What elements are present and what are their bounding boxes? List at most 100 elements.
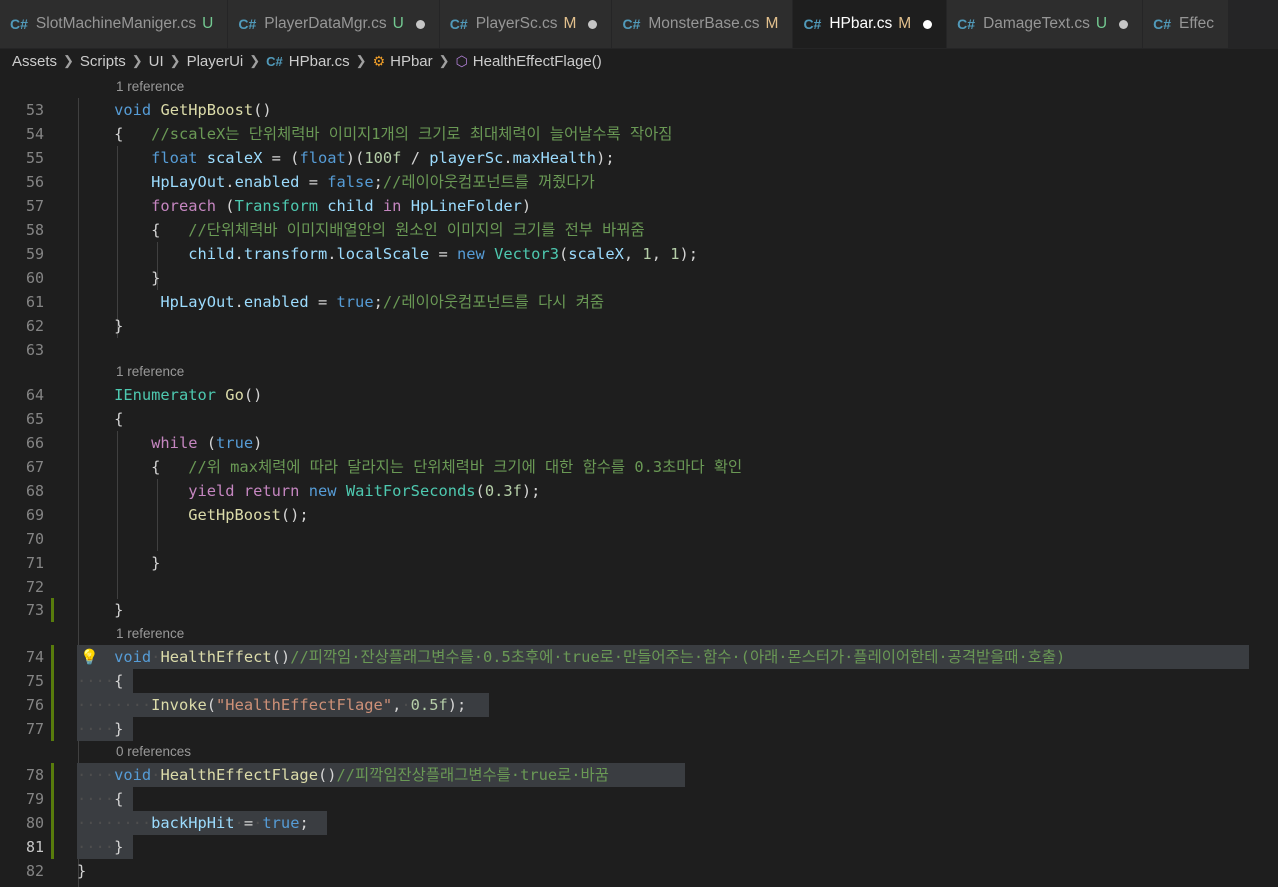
- code-line: 54 { //scaleX는 단위체력바 이미지1개의 크기로 최대체력이 늘어…: [0, 122, 1278, 146]
- code-text: yield return new WaitForSeconds(0.3f);: [188, 482, 541, 500]
- line-number: 61: [25, 293, 44, 311]
- git-status-badge: M: [563, 15, 577, 32]
- code-lens-references[interactable]: 1 reference: [116, 623, 184, 645]
- code-line: 68 yield return new WaitForSeconds(0.3f)…: [0, 479, 1278, 503]
- chevron-right-icon: ❯: [131, 53, 143, 68]
- code-text: ········Invoke("HealthEffectFlage",·0.5f…: [77, 696, 467, 714]
- code-text: ····void·HealthEffectFlage()//피깍임잔상플래그변수…: [77, 766, 609, 784]
- code-line: 58 { //단위체력바 이미지배열안의 원소인 이미지의 크기를 전부 바꿔줌: [0, 218, 1278, 242]
- code-text: GetHpBoost();: [188, 506, 309, 524]
- csharp-file-icon: C#: [803, 16, 822, 32]
- unsaved-dot-icon[interactable]: [923, 19, 933, 29]
- tab-effec[interactable]: C# Effec: [1143, 0, 1230, 48]
- line-number: 63: [25, 341, 44, 359]
- code-line: 72: [0, 575, 1278, 599]
- breadcrumb-item-ui[interactable]: UI: [149, 53, 164, 70]
- line-number: 59: [25, 245, 44, 263]
- tab-label: PlayerDataMgr.cs: [264, 15, 387, 32]
- code-line: 82 }: [0, 859, 1278, 883]
- code-line: 70: [0, 527, 1278, 551]
- tab-monsterbase-cs[interactable]: C# MonsterBase.cs M: [612, 0, 794, 48]
- tab-label: PlayerSc.cs: [475, 15, 558, 32]
- breadcrumb-item-assets[interactable]: Assets: [12, 53, 57, 70]
- line-number: 70: [25, 530, 44, 548]
- number-literal: 1: [642, 245, 652, 263]
- line-number: 64: [25, 386, 44, 404]
- code-lens-references[interactable]: 1 reference: [116, 361, 184, 383]
- number-literal: 0.3f: [484, 482, 522, 500]
- code-text: HpLayOut.enabled = true;//레이아웃컴포넌트를 다시 켜…: [160, 293, 605, 311]
- number-literal: 1: [670, 245, 680, 263]
- number-literal: 0.5f: [410, 696, 448, 714]
- breadcrumb-item-method[interactable]: HealthEffectFlage(): [473, 53, 602, 70]
- tab-label: Effec: [1179, 15, 1215, 32]
- unsaved-dot-icon[interactable]: [415, 19, 425, 29]
- code-line: 71 }: [0, 551, 1278, 575]
- breadcrumb-item-scripts[interactable]: Scripts: [80, 53, 126, 70]
- chevron-right-icon: ❯: [63, 53, 74, 68]
- line-number: 62: [25, 317, 44, 335]
- code-editor[interactable]: 1 reference 53 void GetHpBoost() 54 { //…: [0, 76, 1278, 887]
- code-line: 66 while (true): [0, 431, 1278, 455]
- line-number: 54: [25, 125, 44, 143]
- number-literal: 100f: [364, 149, 402, 167]
- line-number: 58: [25, 221, 44, 239]
- line-number: 67: [25, 458, 44, 476]
- code-text: ········backHpHit·=·true;: [77, 814, 309, 832]
- code-text: foreach (Transform child in HpLineFolder…: [151, 197, 532, 215]
- code-line: 55 float scaleX = (float)(100f / playerS…: [0, 146, 1278, 170]
- line-number: 74: [25, 648, 44, 666]
- unsaved-dot-icon[interactable]: [1119, 19, 1129, 29]
- chevron-right-icon: ❯: [169, 53, 181, 68]
- code-comment: //scaleX는 단위체력바 이미지1개의 크기로 최대체력이 늘어날수록 작…: [151, 125, 673, 143]
- tab-damagetext-cs[interactable]: C# DamageText.cs U: [947, 0, 1144, 48]
- code-comment: //단위체력바 이미지배열안의 원소인 이미지의 크기를 전부 바꿔줌: [188, 221, 645, 239]
- code-lens-references[interactable]: 1 reference: [116, 76, 184, 98]
- tab-playerdatamgr-cs[interactable]: C# PlayerDataMgr.cs U: [228, 0, 440, 48]
- code-text: }: [77, 862, 87, 880]
- line-number: 57: [25, 197, 44, 215]
- breadcrumb-item-class[interactable]: HPbar: [390, 53, 433, 70]
- code-line: 57 foreach (Transform child in HpLineFol…: [0, 194, 1278, 218]
- line-number: 75: [25, 672, 44, 690]
- code-line: 65 {: [0, 407, 1278, 431]
- code-comment: //레이아웃컴포넌트를 다시 켜줌: [382, 293, 605, 311]
- tab-playersc-cs[interactable]: C# PlayerSc.cs M: [439, 0, 613, 48]
- line-number: 80: [25, 814, 44, 832]
- code-line: 67 { //위 max체력에 따라 달라지는 단위체력바 크기에 대한 함수를…: [0, 455, 1278, 479]
- code-line: 69 GetHpBoost();: [0, 503, 1278, 527]
- code-line: 74 💡 void·HealthEffect()//피깍임·잔상플래그변수를·0…: [0, 645, 1278, 669]
- code-text: child.transform.localScale = new Vector3…: [188, 245, 699, 263]
- line-number: 73: [25, 601, 44, 619]
- line-number: 77: [25, 720, 44, 738]
- line-number: 60: [25, 269, 44, 287]
- csharp-file-icon: C#: [1153, 16, 1171, 32]
- tab-hpbar-cs[interactable]: C# HPbar.cs M: [793, 0, 948, 48]
- code-comment: //피깍임잔상플래그변수를·true로·바꿈: [336, 766, 609, 784]
- code-text: }: [77, 554, 161, 572]
- code-text: }: [77, 269, 161, 287]
- code-text: while (true): [151, 434, 263, 452]
- class-icon: ⚙: [372, 52, 386, 69]
- breadcrumb-item-file[interactable]: HPbar.cs: [289, 53, 350, 70]
- csharp-file-icon: C#: [238, 16, 257, 32]
- code-line: 61 HpLayOut.enabled = true;//레이아웃컴포넌트를 다…: [0, 290, 1278, 314]
- git-status-badge: M: [898, 15, 912, 32]
- csharp-file-icon: C#: [266, 53, 283, 69]
- unsaved-dot-icon[interactable]: [588, 19, 598, 29]
- code-line: 64 IEnumerator Go(): [0, 383, 1278, 407]
- tab-slotmachinemaniger-cs[interactable]: C# SlotMachineManiger.cs U: [0, 0, 229, 48]
- tab-label: SlotMachineManiger.cs: [35, 15, 197, 32]
- code-line: 76 ········Invoke("HealthEffectFlage",·0…: [0, 693, 1278, 717]
- breadcrumb-item-playerui[interactable]: PlayerUi: [187, 53, 244, 70]
- breadcrumb: Assets ❯ Scripts ❯ UI ❯ PlayerUi ❯ C# HP…: [0, 48, 1278, 74]
- code-text: }: [77, 601, 124, 619]
- line-number: 68: [25, 482, 44, 500]
- chevron-right-icon: ❯: [249, 53, 261, 68]
- code-text: ····{: [77, 672, 124, 690]
- code-text: ····{: [77, 790, 124, 808]
- code-lens-references[interactable]: 0 references: [116, 741, 191, 763]
- code-comment: //레이아웃컴포넌트를 꺼줬다가: [382, 173, 595, 191]
- csharp-file-icon: C#: [449, 16, 468, 32]
- code-line: 60 }: [0, 266, 1278, 290]
